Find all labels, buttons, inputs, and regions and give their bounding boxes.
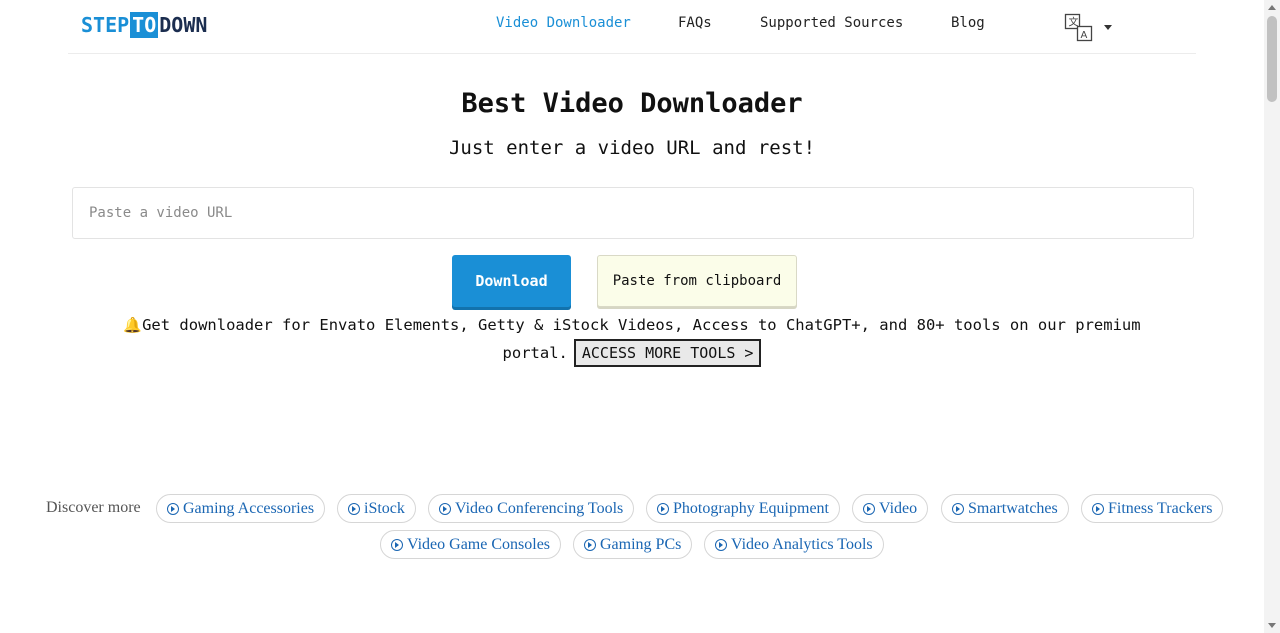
page-scrollbar[interactable] <box>1264 0 1280 633</box>
download-button[interactable]: Download <box>452 255 571 307</box>
paste-from-clipboard-button[interactable]: Paste from clipboard <box>597 255 797 307</box>
arrow-circle-icon <box>584 538 596 551</box>
chip-label: Video Game Consoles <box>407 535 551 553</box>
discover-chip[interactable]: iStock <box>337 494 416 523</box>
discover-more-label: Discover more <box>46 499 141 516</box>
chip-label: Gaming PCs <box>600 535 682 553</box>
site-header: STEP TO DOWN Video Downloader FAQs Suppo… <box>68 0 1196 54</box>
access-more-tools-button[interactable]: ACCESS MORE TOOLS > <box>573 339 762 367</box>
chip-label: Fitness Trackers <box>1108 499 1213 517</box>
discover-chip[interactable]: Gaming PCs <box>573 530 693 559</box>
discover-chip[interactable]: Video Game Consoles <box>380 530 562 559</box>
chip-label: Video <box>879 499 918 517</box>
discover-chip[interactable]: Gaming Accessories <box>156 494 326 523</box>
arrow-circle-icon <box>391 538 403 551</box>
arrow-circle-icon <box>952 502 964 515</box>
nav-video-downloader[interactable]: Video Downloader <box>496 15 631 31</box>
arrow-circle-icon <box>657 502 669 515</box>
arrow-circle-icon <box>715 538 727 551</box>
page-title: Best Video Downloader <box>461 88 803 119</box>
chip-label: Video Conferencing Tools <box>455 499 624 517</box>
discover-chip[interactable]: Video <box>852 494 929 523</box>
discover-chip[interactable]: Video Conferencing Tools <box>428 494 635 523</box>
language-selector[interactable]: 文 A <box>1064 13 1124 43</box>
chip-label: Photography Equipment <box>673 499 829 517</box>
discover-chip[interactable]: Photography Equipment <box>646 494 840 523</box>
scroll-down-icon[interactable] <box>1268 623 1276 628</box>
chevron-down-icon <box>1104 25 1112 30</box>
page-subtitle: Just enter a video URL and rest! <box>448 137 816 159</box>
discover-chip[interactable]: Video Analytics Tools <box>704 530 884 559</box>
discover-chip[interactable]: Fitness Trackers <box>1081 494 1224 523</box>
chip-label: iStock <box>364 499 405 517</box>
svg-text:A: A <box>1081 30 1088 41</box>
arrow-circle-icon <box>1092 502 1104 515</box>
premium-promo: 🔔Get downloader for Envato Elements, Get… <box>100 312 1164 367</box>
chip-label: Gaming Accessories <box>183 499 315 517</box>
nav-supported-sources[interactable]: Supported Sources <box>760 15 903 31</box>
nav-blog[interactable]: Blog <box>951 15 985 31</box>
arrow-circle-icon <box>439 502 451 515</box>
arrow-circle-icon <box>863 502 875 515</box>
arrow-circle-icon <box>348 502 360 515</box>
chip-label: Video Analytics Tools <box>731 535 873 553</box>
scroll-up-icon[interactable] <box>1268 5 1276 10</box>
bell-icon: 🔔 <box>123 316 143 334</box>
discover-chip[interactable]: Smartwatches <box>941 494 1069 523</box>
arrow-circle-icon <box>167 502 179 515</box>
main-nav: Video Downloader FAQs Supported Sources … <box>68 15 1196 35</box>
chip-label: Smartwatches <box>968 499 1058 517</box>
translate-icon: 文 A <box>1064 13 1093 42</box>
video-url-input[interactable] <box>72 187 1194 239</box>
nav-faqs[interactable]: FAQs <box>678 15 712 31</box>
scrollbar-thumb[interactable] <box>1267 16 1277 102</box>
